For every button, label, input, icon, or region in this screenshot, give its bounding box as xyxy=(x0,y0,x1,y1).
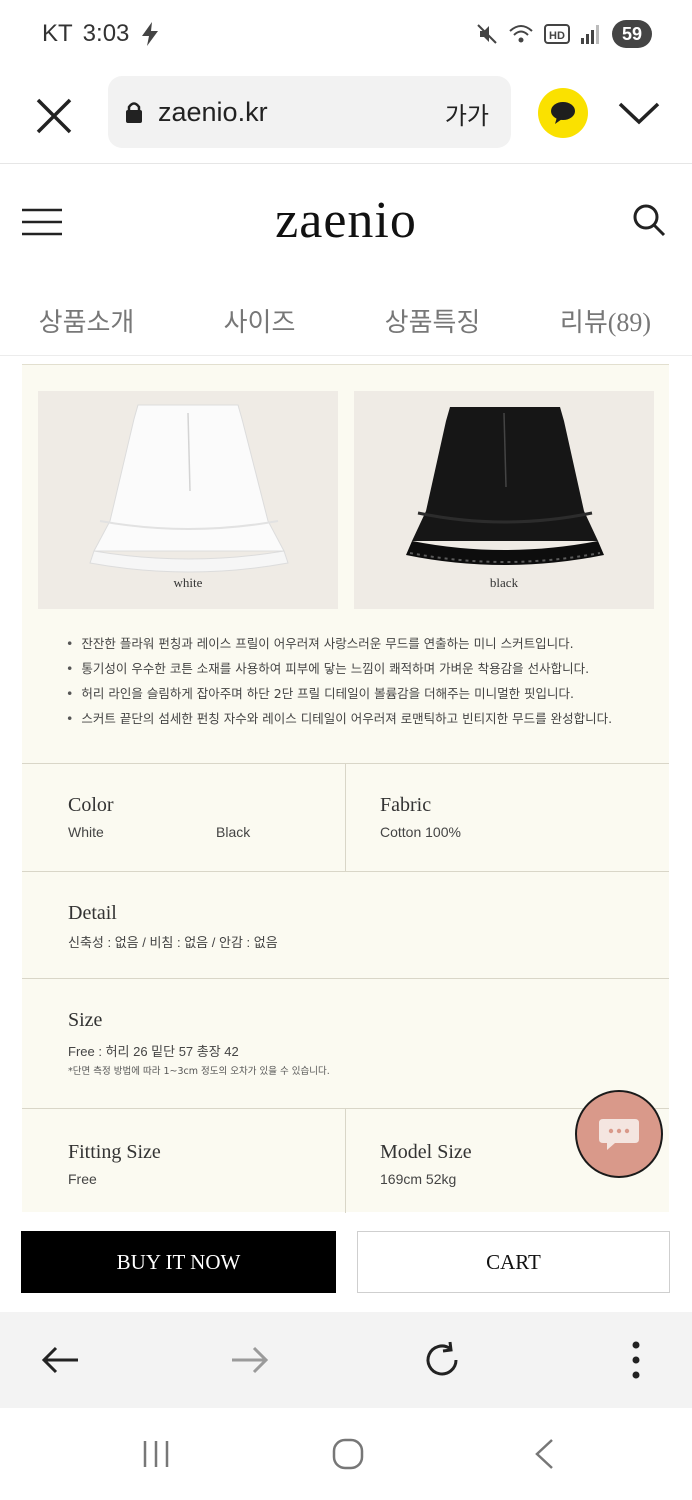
browser-toolbar xyxy=(0,1312,692,1408)
hd-icon: HD xyxy=(544,24,570,44)
reload-button[interactable] xyxy=(420,1338,464,1382)
color-photos: white black xyxy=(38,391,654,609)
close-icon xyxy=(36,98,72,134)
product-tabs: 상품소개 사이즈 상품특징 리뷰(89) xyxy=(0,290,692,356)
chat-fab-button[interactable] xyxy=(575,1090,663,1178)
buy-now-button[interactable]: BUY IT NOW xyxy=(21,1231,336,1293)
status-right: HD 59 xyxy=(476,20,652,48)
url-field[interactable]: zaenio.kr 가가 xyxy=(108,76,511,148)
search-icon xyxy=(633,204,666,237)
home-button[interactable] xyxy=(328,1436,368,1472)
tab-size[interactable]: 사이즈 xyxy=(173,290,346,355)
site-logo[interactable]: zaenio xyxy=(0,191,692,250)
model-size-value: 169cm 52kg xyxy=(380,1171,457,1187)
detail-value: 신축성 : 없음 / 비침 : 없음 / 안감 : 없음 xyxy=(68,935,278,950)
android-nav-bar xyxy=(0,1408,692,1500)
clock: 3:03 xyxy=(82,20,130,47)
spec-row-color-fabric: Color White Black Fabric Cotton 100% xyxy=(22,763,669,871)
detail-label: Detail xyxy=(68,902,117,924)
spec-row-detail: Detail 신축성 : 없음 / 비침 : 없음 / 안감 : 없음 xyxy=(22,871,669,978)
system-back-button[interactable] xyxy=(524,1436,564,1472)
model-size-label: Model Size xyxy=(380,1141,472,1163)
more-options-button[interactable] xyxy=(614,1338,658,1382)
size-value: Free : 허리 26 밑단 57 총장 42 xyxy=(68,1044,239,1059)
chat-bubble-icon xyxy=(551,102,575,124)
feature-item: 허리 라인을 슬림하게 잡아주며 하단 2단 프릴 디테일이 볼륨감을 더해주는… xyxy=(66,681,656,706)
arrow-right-icon xyxy=(232,1346,269,1374)
color-value-white: White xyxy=(68,824,104,840)
recent-apps-button[interactable] xyxy=(136,1436,176,1472)
charging-icon xyxy=(142,22,159,46)
back-button[interactable] xyxy=(38,1338,82,1382)
chevron-left-icon xyxy=(535,1439,553,1469)
arrow-left-icon xyxy=(41,1346,78,1374)
feature-item: 잔잔한 플라워 펀칭과 레이스 프릴이 어우러져 사랑스러운 무드를 연출하는 … xyxy=(66,631,656,656)
tab-reviews[interactable]: 리뷰(89) xyxy=(519,290,692,355)
refresh-icon xyxy=(426,1341,458,1376)
spec-color: Color White Black xyxy=(22,764,345,871)
feature-item: 통기성이 우수한 코튼 소재를 사용하여 피부에 닿는 느낌이 쾌적하며 가벼운… xyxy=(66,656,656,681)
size-note: *단면 측정 방법에 따라 1~3cm 정도의 오차가 있을 수 있습니다. xyxy=(68,1066,330,1077)
mute-icon xyxy=(477,24,497,44)
status-left: KT 3:03 xyxy=(42,20,161,48)
spec-row-fitting-model: Fitting Size Free Model Size 169cm 52kg xyxy=(22,1108,669,1213)
recent-apps-icon xyxy=(143,1441,169,1467)
site-header: zaenio xyxy=(0,165,692,275)
photo-black-skirt: black xyxy=(354,391,654,609)
fabric-label: Fabric xyxy=(380,794,432,816)
kakao-talk-button[interactable] xyxy=(538,88,588,138)
home-icon xyxy=(332,1438,364,1470)
tab-features[interactable]: 상품특징 xyxy=(346,290,519,355)
forward-button[interactable] xyxy=(228,1338,272,1382)
battery-level: 59 xyxy=(612,20,652,48)
close-button[interactable] xyxy=(32,94,76,138)
fabric-value: Cotton 100% xyxy=(380,824,461,840)
chevron-down-icon xyxy=(618,102,660,125)
spec-fitting: Fitting Size Free xyxy=(22,1109,345,1213)
search-button[interactable] xyxy=(632,203,666,237)
photo-caption-white: white xyxy=(173,575,203,590)
photo-caption-black: black xyxy=(489,575,519,590)
photo-white-skirt: white xyxy=(38,391,338,609)
color-label: Color xyxy=(68,794,114,816)
spec-row-size: Size Free : 허리 26 밑단 57 총장 42 *단면 측정 방법에… xyxy=(22,978,669,1108)
feature-list: 잔잔한 플라워 펀칭과 레이스 프릴이 어우러져 사랑스러운 무드를 연출하는 … xyxy=(66,631,656,731)
size-label: Size xyxy=(68,1009,103,1031)
font-size-button[interactable]: 가가 xyxy=(445,96,489,131)
spec-fabric: Fabric Cotton 100% xyxy=(345,764,669,871)
expand-button[interactable] xyxy=(616,96,662,130)
color-value-black: Black xyxy=(216,824,251,840)
lock-icon xyxy=(126,102,142,123)
product-detail-panel: white black 잔잔한 플라워 펀칭과 레이스 프릴이 어우러져 사랑스… xyxy=(22,364,669,1213)
carrier-label: KT xyxy=(42,20,73,47)
status-bar: KT 3:03 HD 59 xyxy=(0,0,692,70)
chat-icon xyxy=(599,1119,639,1150)
svg-text:HD: HD xyxy=(549,30,565,42)
url-text: zaenio.kr xyxy=(158,96,268,127)
fitting-size-value: Free xyxy=(68,1171,97,1187)
fitting-size-label: Fitting Size xyxy=(68,1141,161,1163)
browser-address-bar: zaenio.kr 가가 xyxy=(0,70,692,164)
cart-button[interactable]: CART xyxy=(357,1231,670,1293)
wifi-icon xyxy=(509,25,533,43)
tab-product-intro[interactable]: 상품소개 xyxy=(0,290,173,355)
feature-item: 스커트 끝단의 섬세한 펀칭 자수와 레이스 디테일이 어우러져 로맨틱하고 빈… xyxy=(66,706,656,731)
signal-icon xyxy=(581,25,599,44)
more-vertical-icon xyxy=(632,1341,640,1379)
